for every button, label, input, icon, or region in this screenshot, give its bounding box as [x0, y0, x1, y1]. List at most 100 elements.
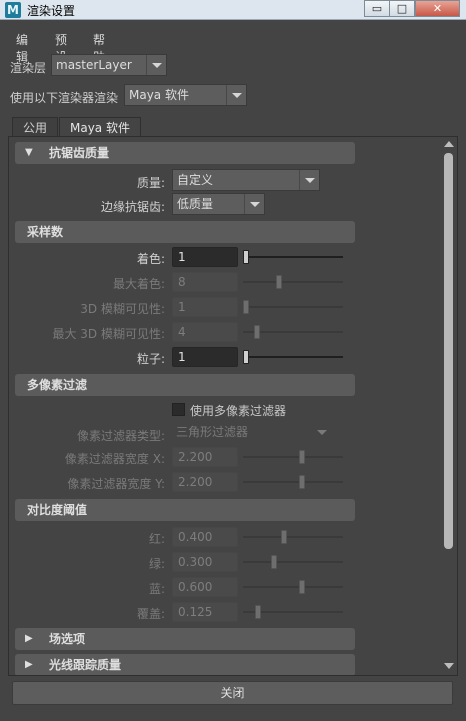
pixel-filter-type-label: 像素过滤器类型:: [76, 429, 165, 443]
contrast-value-field[interactable]: 0.400: [172, 527, 238, 547]
sampling-slider[interactable]: [243, 272, 343, 292]
slider-handle[interactable]: [255, 605, 261, 619]
maya-app-icon: M: [5, 2, 21, 18]
multipixel-filter-checkbox-label: 使用多像素过滤器: [190, 404, 287, 418]
slider-track: [243, 561, 343, 563]
contrast-slider[interactable]: [243, 577, 343, 597]
quality-label: 质量:: [136, 176, 165, 190]
title-bar: M 渲染设置 ▭ □ ✕: [0, 0, 466, 20]
pixel-filter-type-dropdown[interactable]: 三角形过滤器: [172, 422, 332, 444]
contrast-slider[interactable]: [243, 602, 343, 622]
chevron-down-icon: [146, 55, 166, 75]
sampling-value-field[interactable]: 1: [172, 247, 238, 267]
section-title: 场选项: [49, 632, 86, 646]
slider-handle[interactable]: [243, 350, 249, 364]
slider-track: [243, 456, 343, 458]
vertical-scrollbar[interactable]: [441, 137, 457, 675]
slider-handle[interactable]: [299, 580, 305, 594]
expand-triangle-icon: ▶: [25, 633, 33, 644]
multipixel-label: 像素过滤器宽度 X:: [64, 452, 165, 466]
sampling-value-field[interactable]: 4: [172, 322, 238, 342]
sampling-slider[interactable]: [243, 297, 343, 317]
sampling-value-field[interactable]: 1: [172, 297, 238, 317]
multipixel-filter-checkbox[interactable]: [172, 403, 185, 416]
contrast-value-field[interactable]: 0.125: [172, 602, 238, 622]
scroll-up-icon[interactable]: [444, 139, 454, 149]
contrast-label: 绿:: [148, 557, 165, 571]
sampling-label: 最大 3D 模糊可见性:: [52, 327, 165, 341]
pixel-filter-type-value: 三角形过滤器: [176, 425, 249, 439]
contrast-slider[interactable]: [243, 552, 343, 572]
section-antialiasing-header[interactable]: ▼ 抗锯齿质量: [15, 142, 355, 164]
close-button[interactable]: 关闭: [12, 681, 453, 705]
section-contrast-header: 对比度阈值: [15, 499, 355, 521]
sampling-label: 最大着色:: [112, 277, 165, 291]
slider-handle[interactable]: [299, 450, 305, 464]
slider-track: [243, 256, 343, 258]
slider-handle[interactable]: [254, 325, 260, 339]
expand-triangle-icon: ▶: [25, 659, 33, 670]
multipixel-value-field[interactable]: 2.200: [172, 447, 238, 467]
collapse-triangle-icon: ▼: [25, 147, 33, 158]
quality-dropdown[interactable]: 自定义: [172, 169, 320, 191]
section-title: 对比度阈值: [27, 503, 88, 517]
render-layer-dropdown[interactable]: masterLayer: [51, 54, 167, 76]
chevron-down-icon: [244, 194, 264, 214]
multipixel-label: 像素过滤器宽度 Y:: [67, 477, 165, 491]
close-icon[interactable]: ✕: [415, 0, 460, 17]
section-field-options-header[interactable]: ▶ 场选项: [15, 628, 355, 650]
contrast-slider[interactable]: [243, 527, 343, 547]
section-title: 采样数: [27, 225, 64, 239]
slider-handle[interactable]: [276, 275, 282, 289]
edge-antialiasing-value: 低质量: [177, 197, 214, 211]
chevron-down-icon: [312, 422, 332, 442]
tab-pane: ▼ 抗锯齿质量 质量: 自定义 边缘抗锯齿: 低质量 采样数 着色: 1 最大着色:…: [8, 136, 458, 676]
slider-handle[interactable]: [243, 250, 249, 264]
edge-antialiasing-dropdown[interactable]: 低质量: [172, 193, 265, 215]
settings-scroll-area: ▼ 抗锯齿质量 质量: 自定义 边缘抗锯齿: 低质量 采样数 着色: 1 最大着色:…: [9, 137, 439, 675]
scroll-down-icon[interactable]: [444, 661, 454, 671]
contrast-value-field[interactable]: 0.300: [172, 552, 238, 572]
render-layer-value: masterLayer: [56, 58, 132, 72]
sampling-value-field[interactable]: 8: [172, 272, 238, 292]
chevron-down-icon: [226, 85, 246, 105]
sampling-slider[interactable]: [243, 322, 343, 342]
section-title: 光线跟踪质量: [49, 658, 122, 672]
slider-handle[interactable]: [243, 300, 249, 314]
tab-maya-software[interactable]: Maya 软件: [59, 117, 141, 137]
slider-handle[interactable]: [281, 530, 287, 544]
section-title: 多像素过滤: [27, 378, 88, 392]
multipixel-slider[interactable]: [243, 447, 343, 467]
slider-track: [243, 281, 343, 283]
contrast-value-field[interactable]: 0.600: [172, 577, 238, 597]
slider-track: [243, 536, 343, 538]
section-raytracing-header[interactable]: ▶ 光线跟踪质量: [15, 654, 355, 675]
contrast-label: 蓝:: [148, 582, 165, 596]
sampling-label: 3D 模糊可见性:: [80, 302, 165, 316]
slider-track: [243, 481, 343, 483]
minimize-icon[interactable]: ▭: [364, 0, 390, 17]
contrast-label: 覆盖:: [136, 607, 165, 621]
maximize-icon[interactable]: □: [389, 0, 415, 17]
window-title: 渲染设置: [27, 4, 76, 18]
renderer-dropdown[interactable]: Maya 软件: [124, 84, 247, 106]
sampling-slider[interactable]: [243, 247, 343, 267]
multipixel-value-field[interactable]: 2.200: [172, 472, 238, 492]
slider-handle[interactable]: [299, 475, 305, 489]
tab-common[interactable]: 公用: [12, 117, 59, 137]
sampling-label: 着色:: [136, 252, 165, 266]
render-layer-label: 渲染层: [10, 61, 47, 75]
multipixel-slider[interactable]: [243, 472, 343, 492]
chevron-down-icon: [299, 170, 319, 190]
renderer-label: 使用以下渲染器渲染: [10, 91, 119, 105]
slider-handle[interactable]: [271, 555, 277, 569]
contrast-label: 红:: [148, 532, 165, 546]
sampling-label: 粒子:: [136, 352, 165, 366]
quality-value: 自定义: [177, 173, 214, 187]
sampling-value-field[interactable]: 1: [172, 347, 238, 367]
section-multipixel-header: 多像素过滤: [15, 374, 355, 396]
sampling-slider[interactable]: [243, 347, 343, 367]
renderer-value: Maya 软件: [129, 88, 189, 102]
scrollbar-thumb[interactable]: [444, 153, 453, 549]
edge-antialiasing-label: 边缘抗锯齿:: [100, 200, 165, 214]
